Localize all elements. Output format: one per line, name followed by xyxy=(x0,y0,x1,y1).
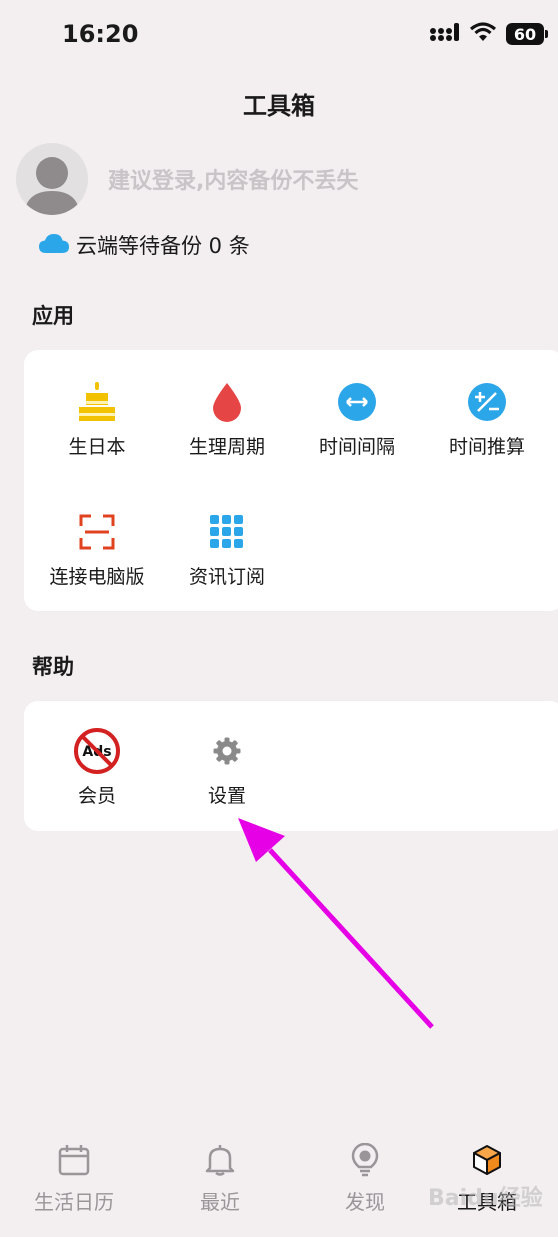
bell-icon xyxy=(155,1140,285,1180)
tab-discover[interactable]: 发现 xyxy=(300,1140,430,1215)
watermark: Baidu经验 xyxy=(428,1186,543,1211)
tab-life-calendar[interactable]: 生活日历 xyxy=(9,1140,139,1215)
tab-label: 生活日历 xyxy=(34,1190,114,1214)
annotation-arrow xyxy=(238,818,434,1029)
tab-label: 最近 xyxy=(200,1190,240,1214)
calendar-icon xyxy=(9,1140,139,1180)
box-icon xyxy=(422,1140,552,1180)
tab-label: 发现 xyxy=(345,1190,385,1214)
tab-recent[interactable]: 最近 xyxy=(155,1140,285,1215)
bulb-icon xyxy=(300,1140,430,1180)
